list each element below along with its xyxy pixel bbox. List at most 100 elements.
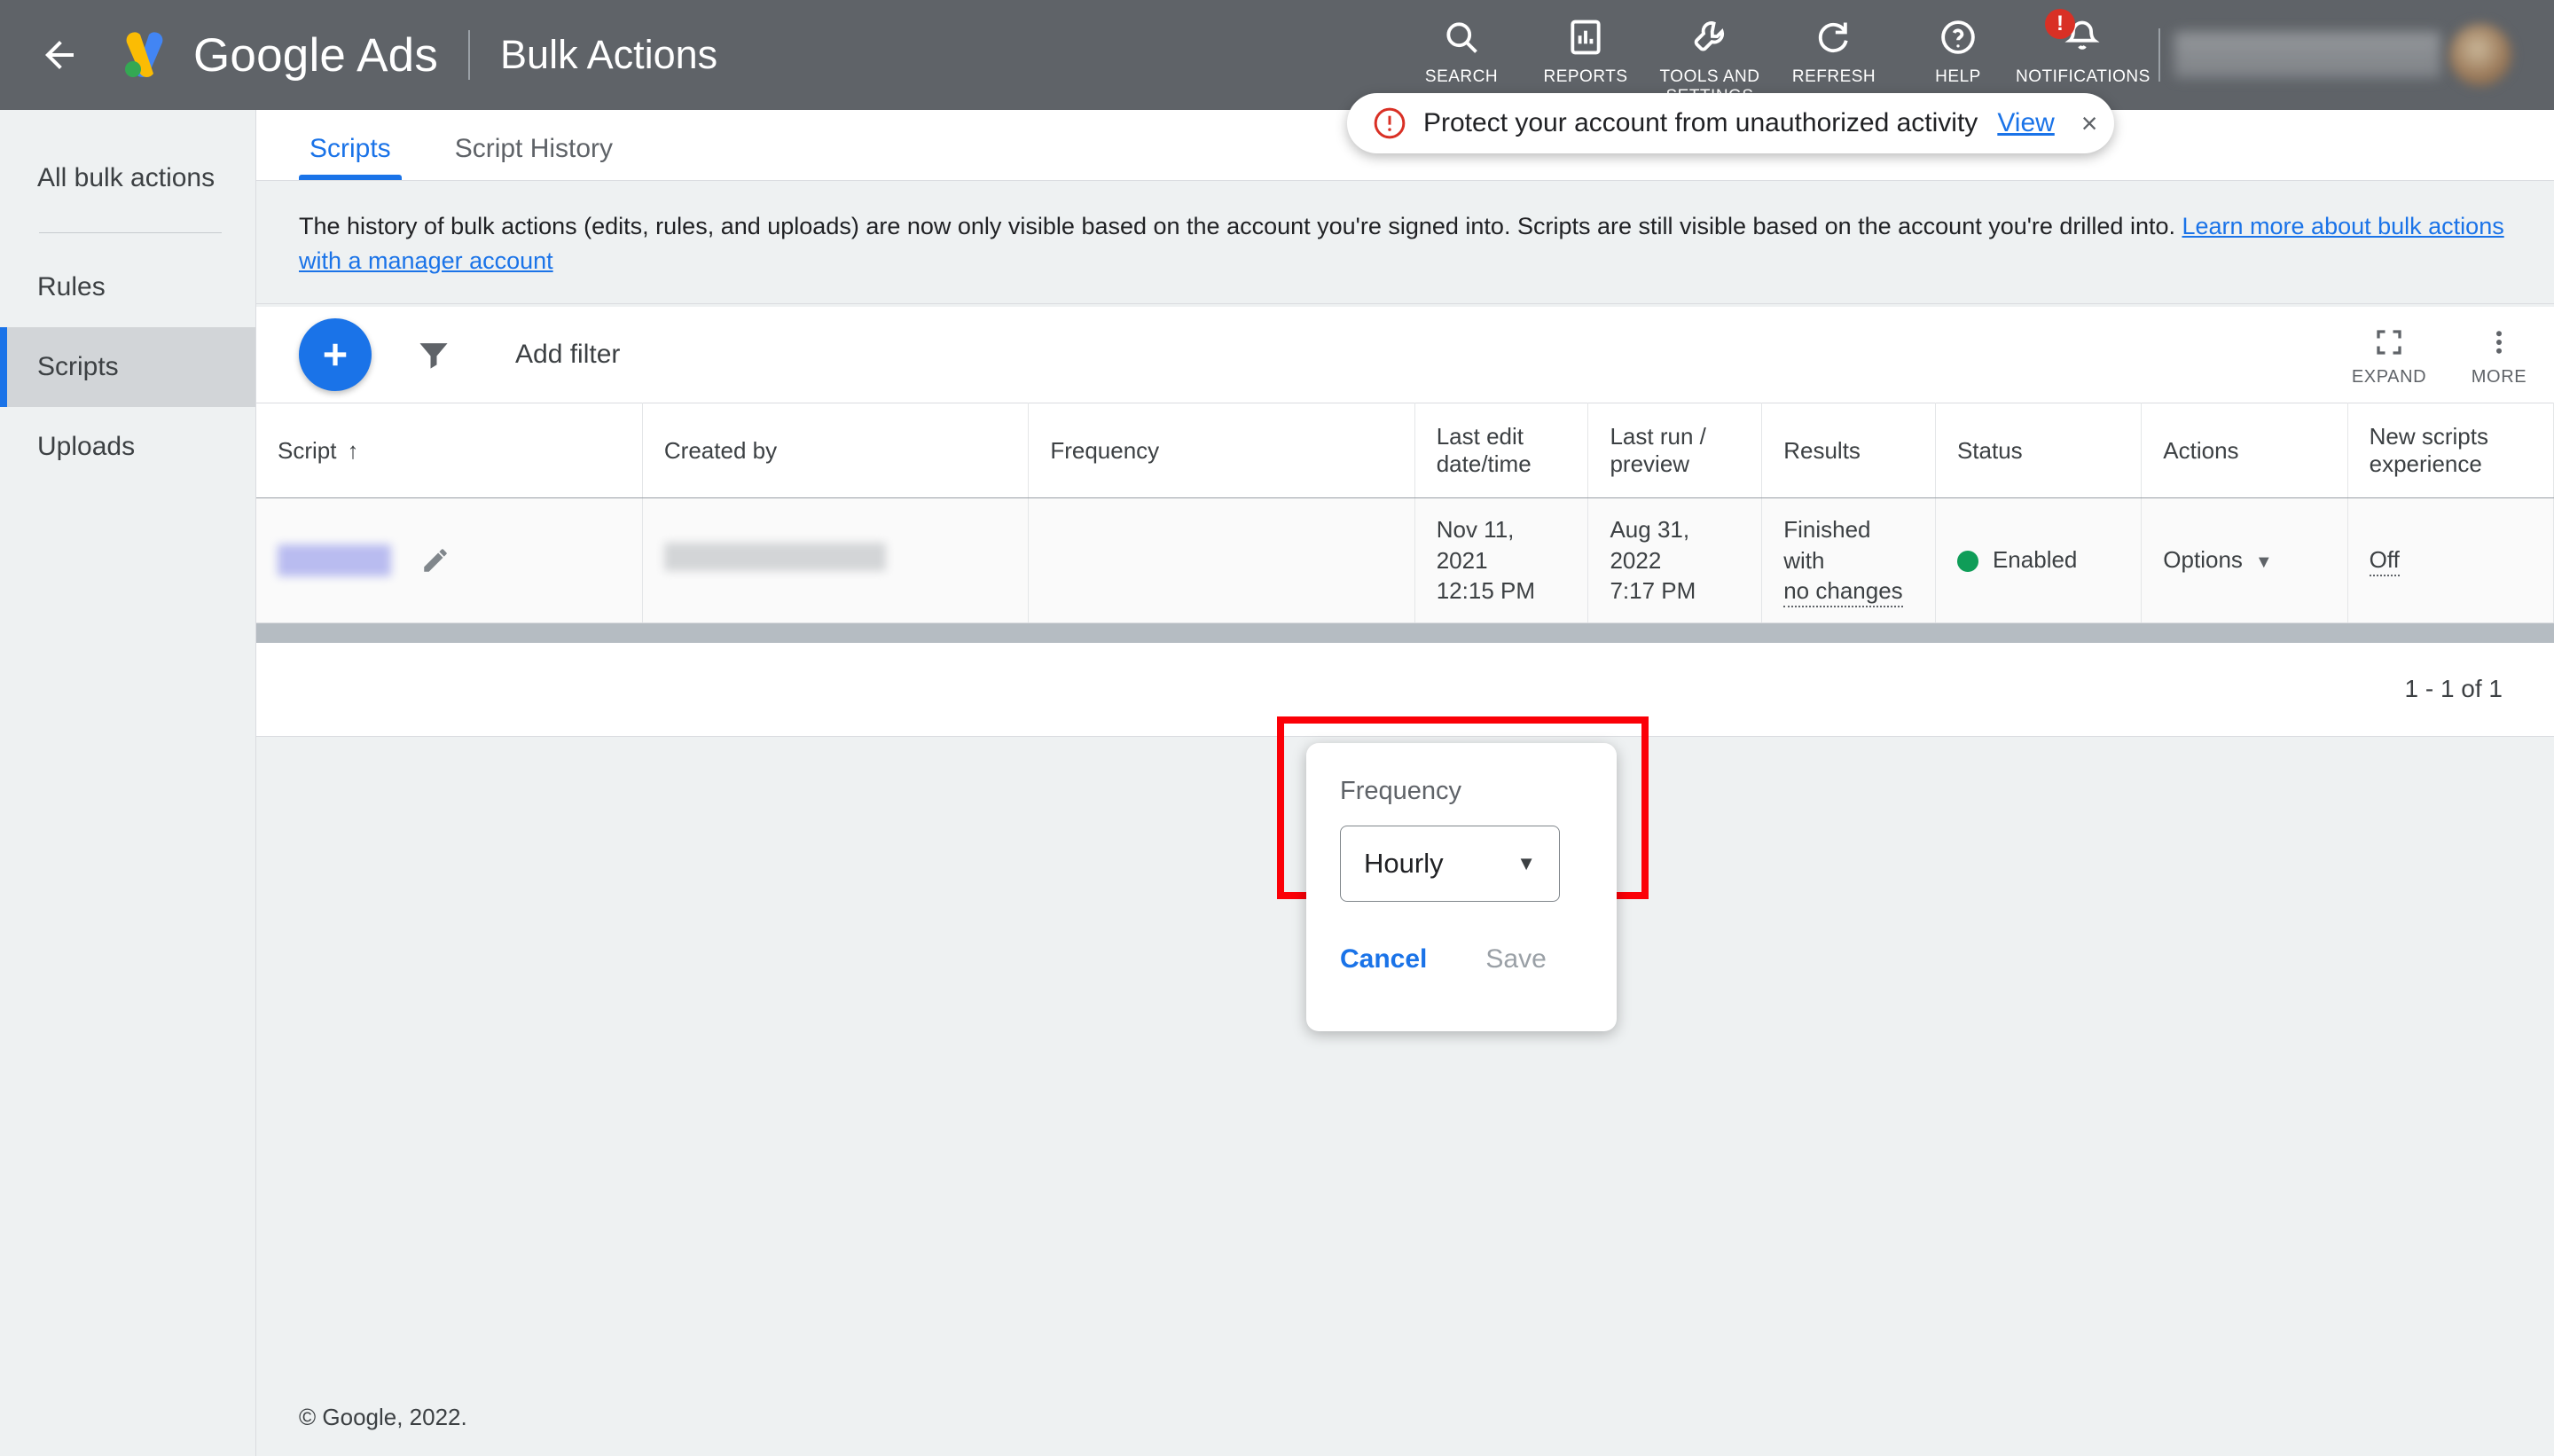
script-name-redacted bbox=[278, 544, 391, 576]
main-content: Scripts Script History The history of bu… bbox=[255, 110, 2554, 1456]
cancel-button[interactable]: Cancel bbox=[1340, 944, 1427, 975]
expand-icon bbox=[2373, 323, 2405, 362]
sidebar: All bulk actions Rules Scripts Uploads bbox=[0, 110, 255, 1456]
add-script-button[interactable] bbox=[299, 318, 372, 391]
column-header-results[interactable]: Results bbox=[1762, 403, 1936, 498]
funnel-icon[interactable] bbox=[414, 335, 453, 374]
cell-last-run: Aug 31, 2022 7:17 PM bbox=[1588, 498, 1762, 623]
pagination-range: 1 - 1 of 1 bbox=[2404, 675, 2503, 703]
cell-results[interactable]: Finished with no changes bbox=[1762, 498, 1936, 623]
reports-icon bbox=[1566, 12, 1605, 62]
edit-pencil-icon[interactable] bbox=[420, 545, 450, 575]
refresh-icon bbox=[1814, 12, 1853, 62]
scripts-table: Script↑ Created by Frequency Last edit d… bbox=[256, 403, 2554, 623]
bulk-actions-notice: The history of bulk actions (edits, rule… bbox=[256, 181, 2554, 304]
column-header-frequency[interactable]: Frequency bbox=[1029, 403, 1414, 498]
cell-new-scripts-experience[interactable]: Off bbox=[2347, 498, 2553, 623]
toolbar-search[interactable]: SEARCH bbox=[1399, 12, 1524, 87]
chevron-down-icon: ▼ bbox=[2255, 552, 2273, 573]
brand-name: Google Ads bbox=[193, 28, 438, 82]
page-body: All bulk actions Rules Scripts Uploads S… bbox=[0, 110, 2554, 1456]
column-header-last-edit[interactable]: Last edit date/time bbox=[1414, 403, 1588, 498]
last-edit-time: 12:15 PM bbox=[1437, 575, 1567, 607]
results-line-2[interactable]: no changes bbox=[1783, 577, 1902, 607]
bell-icon: ! bbox=[2063, 12, 2102, 62]
toast-message: Protect your account from unauthorized a… bbox=[1423, 108, 1978, 138]
sidebar-item-all-bulk-actions[interactable]: All bulk actions bbox=[0, 138, 255, 218]
copyright-text: © Google, 2022. bbox=[299, 1404, 467, 1430]
more-vert-icon bbox=[2483, 323, 2515, 362]
add-filter-button[interactable]: Add filter bbox=[515, 340, 620, 370]
wrench-icon bbox=[1690, 12, 1729, 62]
sidebar-item-scripts[interactable]: Scripts bbox=[0, 327, 255, 407]
chevron-down-icon: ▼ bbox=[1516, 852, 1536, 875]
cell-actions[interactable]: Options▼ bbox=[2142, 498, 2347, 623]
search-icon bbox=[1442, 12, 1481, 62]
column-header-script[interactable]: Script↑ bbox=[256, 403, 642, 498]
sidebar-item-label: Scripts bbox=[37, 352, 119, 382]
sidebar-item-label: Rules bbox=[37, 272, 106, 302]
more-button[interactable]: MORE bbox=[2444, 323, 2554, 387]
table-row: Nov 11, 2021 12:15 PM Aug 31, 2022 7:17 … bbox=[256, 498, 2554, 623]
table-toolbar: Add filter EXPAND MORE bbox=[256, 307, 2554, 403]
toolbar-search-label: SEARCH bbox=[1425, 67, 1498, 87]
tab-script-history[interactable]: Script History bbox=[444, 134, 623, 180]
horizontal-scrollbar[interactable] bbox=[256, 623, 2554, 643]
column-label: New scripts experience bbox=[2370, 423, 2488, 477]
toolbar-refresh-label: REFRESH bbox=[1792, 67, 1876, 87]
help-icon bbox=[1939, 12, 1978, 62]
page-title: Bulk Actions bbox=[500, 32, 717, 78]
cell-last-edit: Nov 11, 2021 12:15 PM bbox=[1414, 498, 1588, 623]
cell-frequency[interactable] bbox=[1029, 498, 1414, 623]
toolbar-refresh[interactable]: REFRESH bbox=[1772, 12, 1896, 87]
frequency-popup: Frequency Hourly ▼ Cancel Save bbox=[1306, 743, 1617, 1031]
pagination-bar: 1 - 1 of 1 bbox=[256, 643, 2554, 737]
cell-script-name[interactable] bbox=[256, 498, 642, 623]
column-label: Last edit date/time bbox=[1437, 423, 1532, 477]
tab-scripts[interactable]: Scripts bbox=[299, 134, 402, 180]
column-label: Script bbox=[278, 437, 336, 464]
brand-divider bbox=[468, 30, 470, 80]
status-dot-icon bbox=[1957, 551, 1978, 572]
column-header-new-scripts-experience[interactable]: New scripts experience bbox=[2347, 403, 2553, 498]
notice-text: The history of bulk actions (edits, rule… bbox=[299, 213, 2182, 239]
column-label: Actions bbox=[2163, 437, 2238, 464]
toolbar-notifications[interactable]: ! NOTIFICATIONS bbox=[2020, 12, 2144, 87]
frequency-popup-actions: Cancel Save bbox=[1340, 944, 1583, 975]
toolbar-tools-and-settings[interactable]: TOOLS AND SETTINGS bbox=[1648, 12, 1772, 106]
status-label: Enabled bbox=[1993, 546, 2077, 573]
avatar[interactable] bbox=[2449, 24, 2511, 86]
sidebar-item-rules[interactable]: Rules bbox=[0, 247, 255, 327]
column-header-status[interactable]: Status bbox=[1935, 403, 2141, 498]
toolbar-help[interactable]: HELP bbox=[1896, 12, 2020, 87]
toolbar-notifications-label: NOTIFICATIONS bbox=[2016, 67, 2149, 87]
frequency-popup-label: Frequency bbox=[1340, 777, 1583, 806]
toast-view-link[interactable]: View bbox=[1997, 108, 2054, 138]
tab-label: Scripts bbox=[309, 134, 391, 163]
expand-button[interactable]: EXPAND bbox=[2334, 323, 2444, 387]
results-line-1: Finished with bbox=[1783, 514, 1914, 575]
new-experience-value[interactable]: Off bbox=[2370, 546, 2400, 576]
save-button[interactable]: Save bbox=[1485, 944, 1546, 975]
toolbar-reports-label: REPORTS bbox=[1543, 67, 1627, 87]
column-header-actions[interactable]: Actions bbox=[2142, 403, 2347, 498]
column-label: Status bbox=[1957, 437, 2023, 464]
last-edit-date: Nov 11, 2021 bbox=[1437, 514, 1567, 575]
column-header-created-by[interactable]: Created by bbox=[642, 403, 1028, 498]
google-ads-logo bbox=[117, 27, 172, 82]
toolbar-reports[interactable]: REPORTS bbox=[1524, 12, 1648, 87]
close-icon[interactable]: × bbox=[2081, 109, 2098, 137]
column-label: Frequency bbox=[1050, 437, 1159, 464]
frequency-select[interactable]: Hourly ▼ bbox=[1340, 826, 1560, 902]
back-arrow-icon[interactable] bbox=[35, 31, 83, 79]
column-label: Created by bbox=[664, 437, 777, 464]
footer: © Google, 2022. bbox=[256, 1404, 2554, 1456]
column-header-last-run[interactable]: Last run / preview bbox=[1588, 403, 1762, 498]
last-run-time: 7:17 PM bbox=[1610, 575, 1740, 607]
top-app-bar: Google Ads Bulk Actions SEARCH REPORTS T… bbox=[0, 0, 2554, 110]
account-info-redacted[interactable] bbox=[2174, 32, 2440, 78]
sidebar-item-uploads[interactable]: Uploads bbox=[0, 407, 255, 487]
created-by-redacted bbox=[664, 543, 886, 571]
more-label: MORE bbox=[2472, 367, 2527, 387]
notification-badge: ! bbox=[2045, 9, 2075, 39]
